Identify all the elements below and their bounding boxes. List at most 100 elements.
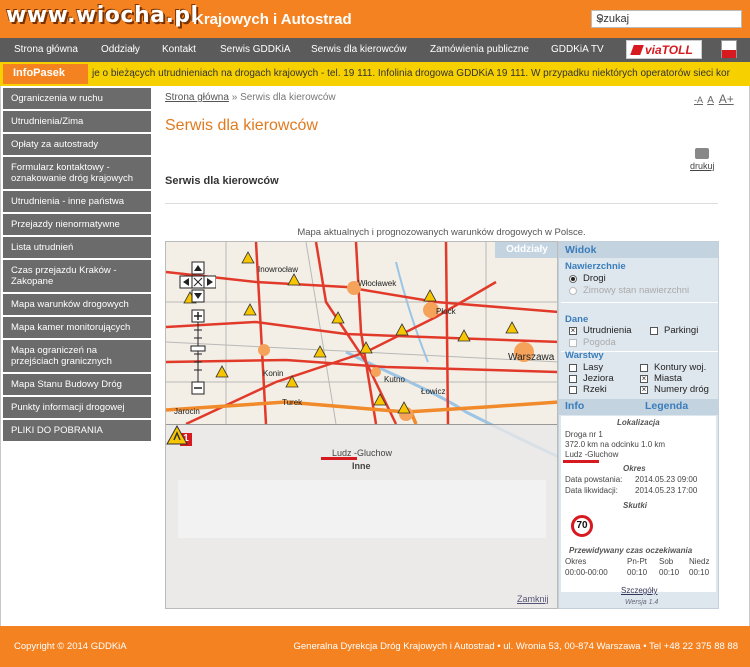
nav-gddkia-tv[interactable]: GDDKiA TV — [551, 44, 604, 55]
sidebar: Ograniczenia w ruchu Utrudnienia/Zima Op… — [3, 88, 151, 443]
label-kontury: Kontury woj. — [654, 362, 707, 373]
szczegoly-link[interactable]: Szczegóły — [621, 586, 657, 595]
val-okres: 00:00-00:00 — [565, 568, 608, 577]
roadwork-warning-icon — [166, 425, 188, 445]
nav-oddzialy[interactable]: Oddziały — [101, 44, 140, 55]
checkbox-lasy[interactable] — [569, 364, 577, 372]
sidebar-item-czas-przejazdu[interactable]: Czas przejazdu Kraków - Zakopane — [3, 260, 151, 294]
city-label: Jarocin — [174, 407, 200, 416]
map-nav-controls[interactable] — [176, 260, 216, 400]
sidebar-item-utrudnienia-zima[interactable]: Utrudnienia/Zima — [3, 111, 151, 134]
font-small-button[interactable]: -A — [694, 95, 703, 105]
checkbox-parkingi[interactable] — [650, 327, 658, 335]
section-dane: Dane — [565, 314, 589, 325]
version-label: Wersja 1.4 — [625, 599, 659, 606]
map-caption: Mapa aktualnych i prognozowanych warunkó… — [297, 227, 586, 238]
label-zimowy: Zimowy stan nawierzchni — [583, 285, 690, 296]
sidebar-item-mapa-warunkow[interactable]: Mapa warunków drogowych — [3, 294, 151, 317]
font-large-button[interactable]: A+ — [719, 92, 734, 106]
checkbox-numery[interactable]: × — [640, 386, 648, 394]
radio-drogi[interactable] — [569, 275, 577, 283]
nav-kontakt[interactable]: Kontakt — [162, 44, 196, 55]
viatoll-logo[interactable]: viaTOLL — [626, 40, 702, 59]
radio-zimowy[interactable] — [569, 287, 577, 295]
val-niedz: 00:10 — [689, 568, 710, 577]
tab-legenda[interactable]: Legenda — [645, 400, 688, 412]
divider — [561, 302, 718, 303]
nav-zamowienia[interactable]: Zamówienia publiczne — [430, 44, 529, 55]
info-ticker-text[interactable]: je o bieżących utrudnieniach na drogach … — [92, 68, 730, 79]
breadcrumb-separator: » — [228, 92, 241, 103]
viatoll-label: viaTOLL — [645, 43, 693, 57]
heading-lokalizacja: Lokalizacja — [617, 418, 660, 427]
breadcrumb-home[interactable]: Strona główna — [165, 92, 229, 103]
section-widok: Widok — [565, 244, 597, 256]
incident-type: Inne — [352, 461, 371, 471]
print-button[interactable]: drukuj — [690, 148, 715, 171]
city-label: Turek — [282, 398, 303, 407]
city-label: Inowrocław — [258, 265, 298, 274]
road-map[interactable]: Inowrocław Włocławek Płock Warszawa Koni… — [165, 241, 558, 609]
sidebar-item-oplaty[interactable]: Opłaty za autostrady — [3, 134, 151, 157]
sidebar-item-ograniczenia[interactable]: Ograniczenia w ruchu — [3, 88, 151, 111]
viatoll-mark-icon — [630, 45, 644, 55]
tab-info[interactable]: Info — [565, 400, 584, 412]
printer-icon — [695, 148, 710, 159]
sidebar-item-formularz[interactable]: Formularz kontaktowy - oznakowanie dróg … — [3, 157, 151, 191]
sidebar-item-pliki[interactable]: PLIKI DO POBRANIA — [3, 420, 151, 443]
city-label: Płock — [436, 307, 457, 316]
info-droga: Droga nr 1 — [565, 430, 603, 439]
col-okres: Okres — [565, 557, 587, 566]
label-numery: Numery dróg — [654, 384, 709, 395]
sidebar-item-punkty-informacji[interactable]: Punkty informacji drogowej — [3, 397, 151, 420]
label-parkingi: Parkingi — [664, 325, 699, 336]
checkbox-pogoda[interactable] — [569, 339, 577, 347]
label-data-likwidacji: Data likwidacji: — [565, 486, 618, 495]
section-warstwy: Warstwy — [565, 350, 604, 361]
city-label: Kutno — [384, 375, 405, 384]
incident-popup: 1 Ludz -Gluchow Inne Zamknij — [166, 424, 557, 608]
print-label: drukuj — [690, 161, 715, 171]
checkbox-kontury[interactable] — [640, 364, 648, 372]
checkbox-miasta[interactable]: × — [640, 375, 648, 383]
sidebar-item-inne-panstwa[interactable]: Utrudnienia - inne państwa — [3, 191, 151, 214]
popup-close-link[interactable]: Zamknij — [517, 594, 549, 604]
site-title: Krajowych i Autostrad — [193, 11, 352, 28]
font-normal-button[interactable]: A — [707, 95, 714, 106]
heading-okres: Okres — [623, 464, 646, 473]
breadcrumb: Strona główna » Serwis dla kierowców — [165, 92, 336, 103]
sidebar-item-przejazdy[interactable]: Przejazdy nienormatywne — [3, 214, 151, 237]
language-flag-icon[interactable] — [721, 40, 737, 58]
breadcrumb-current: Serwis dla kierowców — [240, 92, 336, 103]
info-ticker-label: InfoPasek — [3, 64, 88, 84]
highlight-underline — [321, 457, 357, 460]
checkbox-rzeki[interactable] — [569, 386, 577, 394]
sidebar-item-mapa-budowy[interactable]: Mapa Stanu Budowy Dróg — [3, 374, 151, 397]
sidebar-item-lista[interactable]: Lista utrudnień — [3, 237, 151, 260]
footer-copyright: Copyright © 2014 GDDKiA — [14, 641, 127, 652]
search-input[interactable]: Szukaj ⚲ — [591, 10, 742, 28]
checkbox-jeziora[interactable] — [569, 375, 577, 383]
info-ticker: InfoPasek je o bieżących utrudnieniach n… — [0, 62, 750, 86]
divider — [165, 203, 718, 204]
checkbox-utrudnienia[interactable]: × — [569, 327, 577, 335]
city-label: Łowicz — [421, 387, 445, 396]
city-label: Konin — [263, 369, 283, 378]
nav-serwis-gddkia[interactable]: Serwis GDDKiA — [220, 44, 291, 55]
heading-czas: Przewidywany czas oczekiwania — [569, 546, 693, 555]
col-niedz: Niedz — [689, 557, 710, 566]
sidebar-item-mapa-ograniczen[interactable]: Mapa ograniczeń na przejściach graniczny… — [3, 340, 151, 374]
footer-address: Generalna Dyrekcja Dróg Krajowych i Auto… — [293, 641, 738, 652]
nav-serwis-kierowcow[interactable]: Serwis dla kierowców — [311, 44, 407, 55]
val-pnpt: 00:10 — [627, 568, 648, 577]
col-sob: Sob — [659, 557, 674, 566]
label-miasta: Miasta — [654, 373, 682, 384]
incident-details-box — [178, 480, 546, 538]
site-header: www.wiocha.pl Krajowych i Autostrad Szuk… — [0, 0, 750, 38]
search-icon[interactable]: ⚲ — [596, 12, 738, 25]
nav-strona-glowna[interactable]: Strona główna — [14, 44, 78, 55]
font-size-controls: -A A A+ — [694, 92, 736, 106]
tab-oddzialy[interactable]: Oddziały — [495, 242, 557, 258]
sidebar-item-mapa-kamer[interactable]: Mapa kamer monitorujących — [3, 317, 151, 340]
watermark: www.wiocha.pl — [6, 3, 199, 28]
